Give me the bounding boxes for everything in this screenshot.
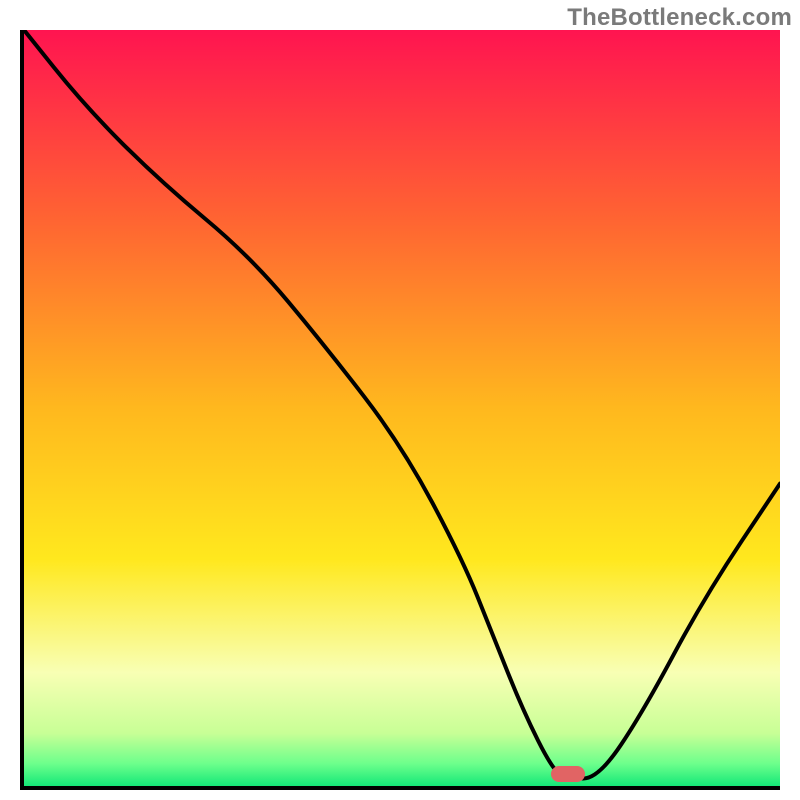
chart-svg xyxy=(24,30,780,786)
gradient-background xyxy=(24,30,780,786)
watermark-text: TheBottleneck.com xyxy=(567,4,792,32)
plot-area xyxy=(20,30,780,790)
chart-container: TheBottleneck.com xyxy=(0,0,800,800)
